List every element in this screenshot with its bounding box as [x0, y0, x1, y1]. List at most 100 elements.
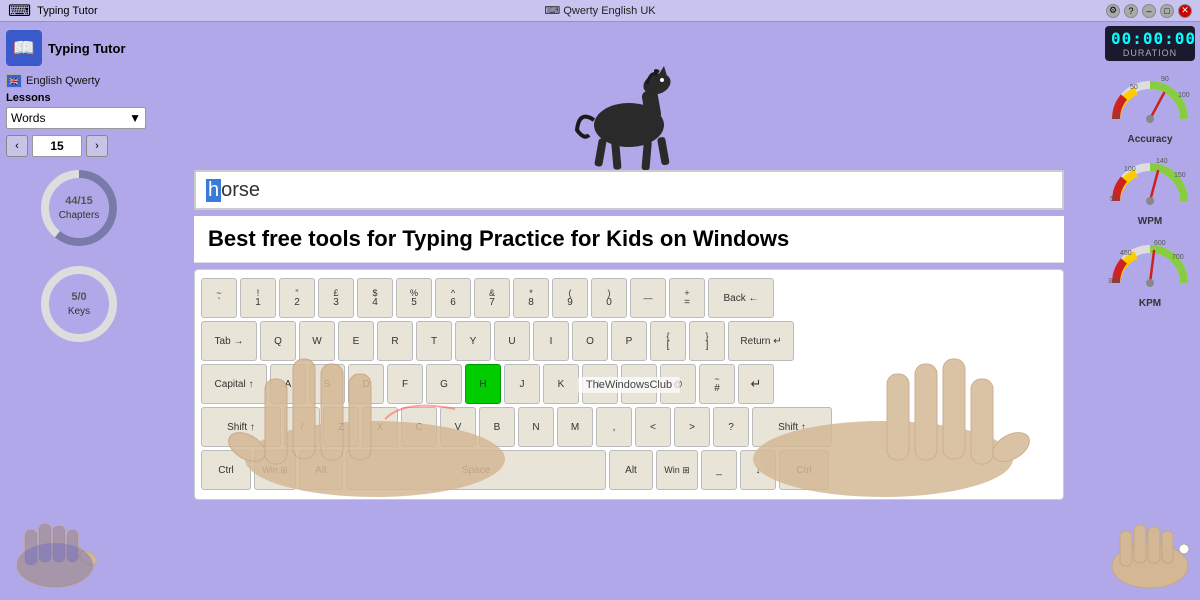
key-dash[interactable]: —: [630, 278, 666, 318]
key-o[interactable]: O: [572, 321, 608, 361]
key-c[interactable]: C: [401, 407, 437, 447]
close-button[interactable]: ✕: [1178, 4, 1192, 18]
key-e[interactable]: E: [338, 321, 374, 361]
maximize-button[interactable]: □: [1160, 4, 1174, 18]
key-8[interactable]: *8: [513, 278, 549, 318]
key-at[interactable]: @: [660, 364, 696, 404]
key-bracket-close[interactable]: }]: [689, 321, 725, 361]
key-h[interactable]: H: [465, 364, 501, 404]
key-shift-right[interactable]: Shift ↑: [752, 407, 832, 447]
key-u[interactable]: U: [494, 321, 530, 361]
key-lt[interactable]: <: [635, 407, 671, 447]
accuracy-label: Accuracy: [1106, 134, 1194, 145]
prev-button[interactable]: ‹: [6, 135, 28, 157]
key-ctrl-left[interactable]: Ctrl: [201, 450, 251, 490]
key-6[interactable]: ^6: [435, 278, 471, 318]
title-bar-left: ⌨ Typing Tutor: [8, 1, 98, 21]
chapters-gauge: 44/15 Chapters: [6, 167, 152, 249]
duration-box: 00:00:00 DURATION: [1105, 26, 1195, 61]
key-t[interactable]: T: [416, 321, 452, 361]
hand-right-icon: [1105, 511, 1195, 591]
svg-text:700: 700: [1172, 254, 1184, 261]
key-return2[interactable]: ↵: [738, 364, 774, 404]
key-underscore[interactable]: _: [701, 450, 737, 490]
title-bar-app-name: Typing Tutor: [37, 5, 98, 17]
minimize-button[interactable]: –: [1142, 4, 1156, 18]
key-p[interactable]: P: [611, 321, 647, 361]
key-2[interactable]: "2: [279, 278, 315, 318]
key-r[interactable]: R: [377, 321, 413, 361]
key-q[interactable]: Q: [260, 321, 296, 361]
key-9[interactable]: (9: [552, 278, 588, 318]
remaining-text: orse: [221, 179, 260, 202]
key-backslash[interactable]: /: [284, 407, 320, 447]
key-gt[interactable]: >: [674, 407, 710, 447]
key-x[interactable]: X: [362, 407, 398, 447]
key-backtick[interactable]: ~`: [201, 278, 237, 318]
key-m[interactable]: M: [557, 407, 593, 447]
settings-button[interactable]: ⚙: [1106, 4, 1120, 18]
key-5[interactable]: %5: [396, 278, 432, 318]
typing-input-box: h orse: [194, 170, 1064, 210]
dropdown-arrow: ▼: [129, 111, 141, 125]
key-slash[interactable]: ?: [713, 407, 749, 447]
help-button[interactable]: ?: [1124, 4, 1138, 18]
app-logo: 📖: [6, 30, 42, 66]
wpm-gauge: 50 100 140 150: [1106, 149, 1194, 209]
lesson-number: 15: [32, 135, 82, 157]
language-selector[interactable]: 🇬🇧 English Qwerty: [6, 74, 152, 88]
main-content: h orse Best free tools for Typing Practi…: [158, 22, 1100, 600]
title-bar: ⌨ Typing Tutor ⌨ Qwerty English UK ⚙ ? –…: [0, 0, 1200, 22]
key-g[interactable]: G: [426, 364, 462, 404]
key-k[interactable]: K: [543, 364, 579, 404]
lessons-dropdown[interactable]: Words ▼: [6, 107, 146, 129]
key-v[interactable]: V: [440, 407, 476, 447]
key-s[interactable]: S: [309, 364, 345, 404]
key-d[interactable]: D: [348, 364, 384, 404]
key-alt-right[interactable]: Alt: [609, 450, 653, 490]
key-y[interactable]: Y: [455, 321, 491, 361]
next-button[interactable]: ›: [86, 135, 108, 157]
key-1[interactable]: !1: [240, 278, 276, 318]
key-n[interactable]: N: [518, 407, 554, 447]
lessons-label: Lessons: [6, 92, 152, 104]
key-7[interactable]: &7: [474, 278, 510, 318]
key-f[interactable]: F: [387, 364, 423, 404]
key-space[interactable]: Space: [346, 450, 606, 490]
key-l[interactable]: L: [582, 364, 618, 404]
key-win-right[interactable]: Win ⊞: [656, 450, 698, 490]
keyboard-row-5: Ctrl Win ⊞ Alt Space Alt Win ⊞ _ ↓ Ctrl: [201, 450, 1057, 490]
key-b[interactable]: B: [479, 407, 515, 447]
key-ctrl-right[interactable]: Ctrl: [779, 450, 829, 490]
key-backspace[interactable]: Back ←: [708, 278, 774, 318]
key-win-left[interactable]: Win ⊞: [254, 450, 296, 490]
key-w[interactable]: W: [299, 321, 335, 361]
key-return[interactable]: Return ↵: [728, 321, 794, 361]
key-semicolon[interactable]: ;: [621, 364, 657, 404]
key-down[interactable]: ↓: [740, 450, 776, 490]
svg-text:150: 150: [1174, 172, 1186, 179]
key-alt-left[interactable]: Alt: [299, 450, 343, 490]
key-comma[interactable]: ,: [596, 407, 632, 447]
key-i[interactable]: I: [533, 321, 569, 361]
kpm-label: KPM: [1106, 298, 1194, 309]
key-4[interactable]: $4: [357, 278, 393, 318]
key-tab[interactable]: Tab →: [201, 321, 257, 361]
key-0[interactable]: )0: [591, 278, 627, 318]
hand-left-icon: [10, 510, 100, 590]
key-3[interactable]: £3: [318, 278, 354, 318]
language-icon: 🇬🇧: [6, 74, 22, 88]
key-hash[interactable]: ~#: [699, 364, 735, 404]
key-shift-left[interactable]: Shift ↑: [201, 407, 281, 447]
key-equals[interactable]: +=: [669, 278, 705, 318]
keyboard-icon-small: ⌨: [544, 5, 563, 17]
key-a[interactable]: A: [270, 364, 306, 404]
key-j[interactable]: J: [504, 364, 540, 404]
kpm-gauge: 300 450 600 700: [1106, 231, 1194, 291]
chapters-value: 44/15: [65, 195, 93, 207]
key-z[interactable]: Z: [323, 407, 359, 447]
key-bracket-open[interactable]: {[: [650, 321, 686, 361]
key-caps[interactable]: Capital ↑: [201, 364, 267, 404]
title-bar-center: ⌨ Qwerty English UK: [544, 4, 655, 17]
app-title-text: Typing Tutor: [48, 41, 126, 56]
